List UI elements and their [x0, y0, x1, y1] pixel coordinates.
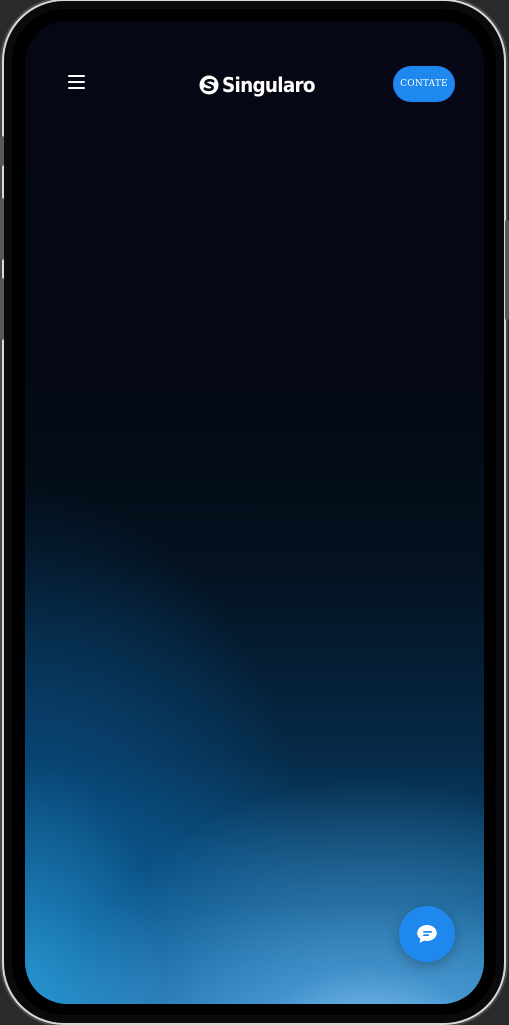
top-navigation-bar: Singularo CONTATE	[25, 66, 484, 102]
phone-side-button	[0, 198, 4, 260]
phone-side-button	[505, 220, 509, 320]
brand-name: Singularo	[222, 73, 315, 97]
app-screen: Singularo CONTATE	[25, 21, 484, 1004]
brand-logo[interactable]: Singularo	[199, 71, 323, 99]
hamburger-menu-icon[interactable]	[67, 74, 87, 92]
chat-button[interactable]	[399, 906, 455, 962]
singularo-s-logo-icon	[199, 75, 219, 95]
phone-side-button	[0, 136, 4, 166]
chat-bubble-icon	[417, 925, 437, 943]
contact-button[interactable]: CONTATE	[393, 66, 455, 102]
phone-side-button	[0, 278, 4, 340]
